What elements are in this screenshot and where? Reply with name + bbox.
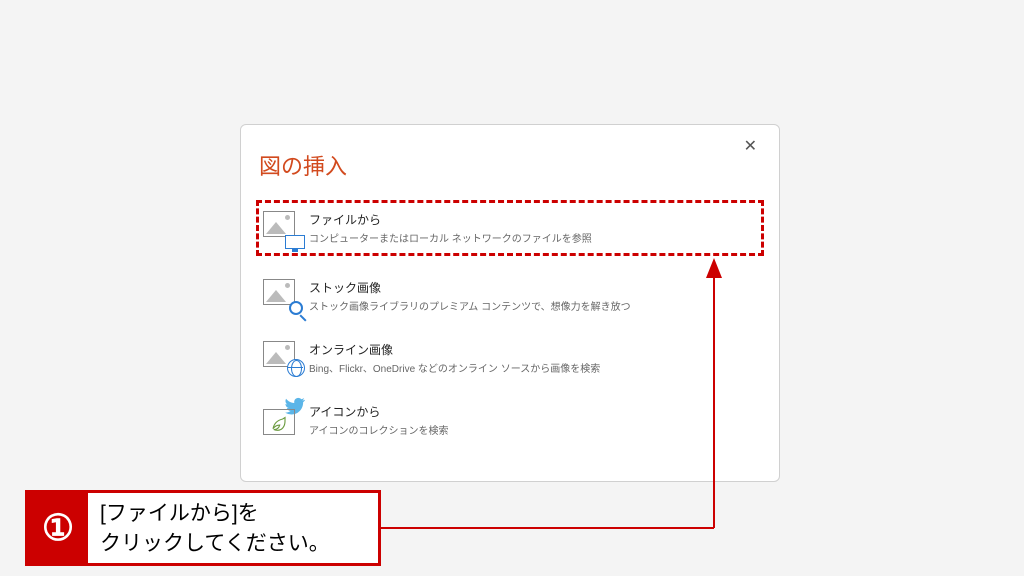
picture-online-icon bbox=[263, 341, 303, 375]
option-desc: アイコンのコレクションを検索 bbox=[309, 422, 449, 437]
option-from-icons[interactable]: アイコンから アイコンのコレクションを検索 bbox=[259, 397, 761, 443]
option-desc: ストック画像ライブラリのプレミアム コンテンツで、想像力を解き放つ bbox=[309, 298, 631, 313]
picture-stock-icon bbox=[263, 279, 303, 313]
option-desc: Bing、Flickr、OneDrive などのオンライン ソースから画像を検索 bbox=[309, 360, 600, 375]
insert-options-list: ファイルから コンピューターまたはローカル ネットワークのファイルを参照 ストッ… bbox=[259, 203, 761, 443]
option-from-file[interactable]: ファイルから コンピューターまたはローカル ネットワークのファイルを参照 bbox=[259, 203, 761, 253]
dialog-title: 図の挿入 bbox=[259, 149, 347, 181]
dialog-header: 図の挿入 ✕ bbox=[259, 139, 761, 181]
icons-icon bbox=[263, 403, 303, 437]
option-stock-images[interactable]: ストック画像 ストック画像ライブラリのプレミアム コンテンツで、想像力を解き放つ bbox=[259, 273, 761, 319]
option-online-pictures[interactable]: オンライン画像 Bing、Flickr、OneDrive などのオンライン ソー… bbox=[259, 335, 761, 381]
picture-file-icon bbox=[263, 211, 303, 245]
instruction-callout: ① [ファイルから]を クリックしてください。 bbox=[25, 490, 381, 566]
callout-text: [ファイルから]を クリックしてください。 bbox=[88, 493, 342, 563]
option-title: オンライン画像 bbox=[309, 341, 600, 358]
option-title: ファイルから bbox=[309, 211, 592, 228]
option-desc: コンピューターまたはローカル ネットワークのファイルを参照 bbox=[309, 230, 592, 245]
insert-picture-dialog: 図の挿入 ✕ ファイルから コンピューターまたはローカル ネットワークのファイル… bbox=[240, 124, 780, 482]
option-title: ストック画像 bbox=[309, 279, 631, 296]
option-title: アイコンから bbox=[309, 403, 449, 420]
callout-number: ① bbox=[28, 493, 88, 563]
close-button[interactable]: ✕ bbox=[740, 139, 761, 155]
